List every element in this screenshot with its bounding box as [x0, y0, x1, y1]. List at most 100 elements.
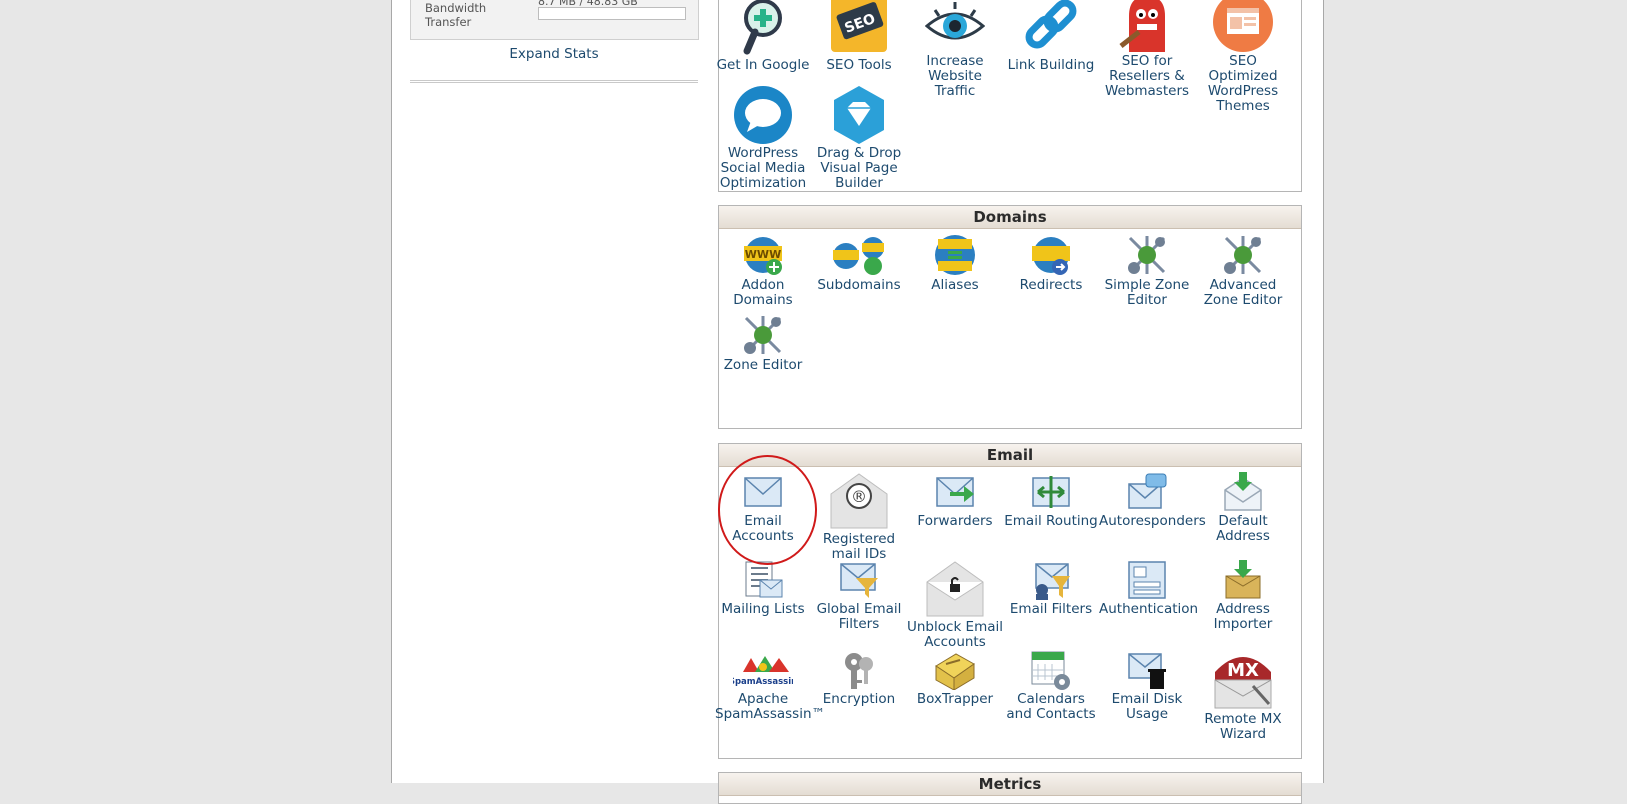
tile-label: BoxTrapper	[916, 691, 994, 707]
tile-label: Registered mail IDs	[822, 531, 896, 562]
network-node-icon	[1128, 236, 1166, 274]
eye-icon	[925, 2, 985, 40]
zone-editor-tile[interactable]: Zone Editor	[715, 314, 811, 373]
unblock-email-accounts-tile[interactable]: Unblock Email Accounts	[907, 560, 1003, 650]
registered-mark: ®	[851, 487, 867, 506]
forwarders-tile[interactable]: Forwarders	[907, 472, 1003, 529]
tile-label: Address Importer	[1213, 601, 1273, 632]
tile-label: WordPress Social Media Optimization	[719, 145, 807, 191]
address-importer-tile[interactable]: Address Importer	[1195, 560, 1291, 632]
box-import-icon	[1225, 560, 1261, 599]
email-routing-tile[interactable]: Email Routing	[1003, 472, 1099, 529]
www-multi-globe-icon	[833, 237, 884, 275]
default-address-tile[interactable]: Default Address	[1195, 472, 1291, 544]
increase-website-traffic-tile[interactable]: Increase Website Traffic	[907, 0, 1003, 99]
get-in-google-tile[interactable]: Get In Google	[715, 0, 811, 73]
domains-panel: Domains WWW Addon Domains Subdomains Ali…	[718, 205, 1302, 429]
email-panel: Email Email Accounts ® Registered mail I…	[715, 443, 1302, 759]
seo-for-resellers-tile[interactable]: SEO for Resellers & Webmasters	[1099, 0, 1195, 99]
tile-label: SEO Tools	[826, 57, 892, 73]
tile-label: SEO for Resellers & Webmasters	[1104, 53, 1190, 99]
stats-box: Bandwidth Transfer 8.7 MB / 48.83 GB	[410, 0, 699, 40]
tile-label: Simple Zone Editor	[1104, 277, 1190, 308]
list-envelope-icon	[745, 561, 783, 598]
speech-bubble-icon	[734, 86, 792, 144]
tile-label: Get In Google	[716, 57, 810, 73]
bandwidth-label: Bandwidth Transfer	[425, 1, 487, 29]
expand-stats-link[interactable]: Expand Stats	[410, 46, 698, 62]
tile-label: Email Accounts	[732, 513, 794, 544]
seo-panel: Get In Google SEO SEO Tools Increase Web…	[715, 0, 1302, 192]
tile-label: Redirects	[1019, 277, 1083, 293]
magnifier-plus-icon	[743, 0, 782, 55]
tile-label: Email Disk Usage	[1111, 691, 1183, 722]
mailing-lists-tile[interactable]: Mailing Lists	[715, 560, 811, 617]
simple-zone-editor-tile[interactable]: Simple Zone Editor	[1099, 234, 1195, 308]
network-node-icon	[1224, 236, 1262, 274]
tile-label: Link Building	[1007, 57, 1095, 73]
main-page: Bandwidth Transfer 8.7 MB / 48.83 GB Exp…	[391, 0, 1324, 804]
seo-tools-tile[interactable]: SEO SEO Tools	[811, 0, 907, 73]
tile-label: Subdomains	[817, 277, 901, 293]
authentication-tile[interactable]: Authentication	[1099, 560, 1199, 617]
www-equals-icon	[935, 235, 975, 275]
metrics-panel: Metrics	[718, 772, 1302, 804]
tile-label: Apache SpamAssassin™	[715, 691, 826, 722]
envelope-download-icon	[1224, 472, 1262, 511]
network-node-icon	[744, 316, 782, 354]
tile-label: Email Routing	[1004, 513, 1098, 529]
boxtrapper-tile[interactable]: BoxTrapper	[907, 650, 1003, 707]
www-globe-plus-icon: WWW	[744, 237, 782, 275]
tile-label: Authentication	[1099, 601, 1199, 617]
calendars-contacts-tile[interactable]: Calendars and Contacts	[1003, 650, 1099, 722]
tile-label: Forwarders	[917, 513, 993, 529]
tile-label: Addon Domains	[733, 277, 793, 308]
addon-domains-tile[interactable]: WWW Addon Domains	[715, 234, 811, 308]
email-accounts-tile[interactable]: Email Accounts	[715, 472, 811, 544]
tile-label: Remote MX Wizard	[1204, 711, 1282, 742]
tile-label: Increase Website Traffic	[926, 53, 984, 99]
tile-label: SEO Optimized WordPress Themes	[1207, 53, 1279, 114]
mx-text: MX	[1227, 660, 1259, 681]
seo-optimized-themes-tile[interactable]: SEO Optimized WordPress Themes	[1195, 0, 1291, 114]
browser-window-icon	[1213, 0, 1273, 52]
drag-drop-builder-tile[interactable]: Drag & Drop Visual Page Builder	[811, 86, 907, 191]
www-redirect-icon	[1032, 237, 1070, 275]
envelope-chat-icon	[1128, 473, 1167, 509]
spamassassin-logo-icon: SpamAssassin	[733, 656, 793, 687]
remote-mx-wizard-tile[interactable]: MX Remote MX Wizard	[1195, 650, 1291, 742]
link-building-tile[interactable]: Link Building	[1003, 0, 1099, 73]
email-filters-tile[interactable]: Email Filters	[1003, 560, 1099, 617]
registered-envelope-icon: ®	[830, 473, 888, 529]
seo-tag-icon: SEO	[831, 0, 887, 52]
tile-label: Unblock Email Accounts	[907, 619, 1004, 650]
tile-label: Advanced Zone Editor	[1203, 277, 1283, 308]
redirects-tile[interactable]: Redirects	[1003, 234, 1099, 293]
www-text: WWW	[745, 248, 781, 261]
encryption-tile[interactable]: Encryption	[811, 650, 907, 707]
aliases-tile[interactable]: Aliases	[907, 234, 1003, 293]
mx-envelope-wand-icon: MX	[1214, 657, 1272, 709]
envelope-routing-icon	[1032, 476, 1070, 508]
tile-label: Zone Editor	[723, 357, 803, 373]
tile-label: Global Email Filters	[816, 601, 902, 632]
sidebar-divider	[410, 80, 698, 83]
advanced-zone-editor-tile[interactable]: Advanced Zone Editor	[1195, 234, 1291, 308]
tile-label: Aliases	[931, 277, 979, 293]
global-email-filters-tile[interactable]: Global Email Filters	[811, 560, 907, 632]
keys-icon	[845, 653, 873, 689]
tile-label: Calendars and Contacts	[1006, 691, 1096, 722]
spamassassin-tile[interactable]: SpamAssassin Apache SpamAssassin™	[715, 650, 826, 722]
envelope-forward-icon	[936, 477, 974, 507]
wordpress-social-media-tile[interactable]: WordPress Social Media Optimization	[715, 86, 811, 191]
spamassassin-logo-text: SpamAssassin	[733, 677, 793, 687]
id-card-icon	[1128, 561, 1166, 599]
envelope-trash-icon	[1128, 653, 1166, 689]
subdomains-tile[interactable]: Subdomains	[811, 234, 907, 293]
autoresponders-tile[interactable]: Autoresponders	[1099, 472, 1206, 529]
tile-label: Mailing Lists	[721, 601, 805, 617]
chain-link-icon	[1025, 0, 1077, 49]
registered-mail-ids-tile[interactable]: ® Registered mail IDs	[811, 472, 907, 562]
tile-label: Encryption	[822, 691, 896, 707]
email-disk-usage-tile[interactable]: Email Disk Usage	[1099, 650, 1195, 722]
